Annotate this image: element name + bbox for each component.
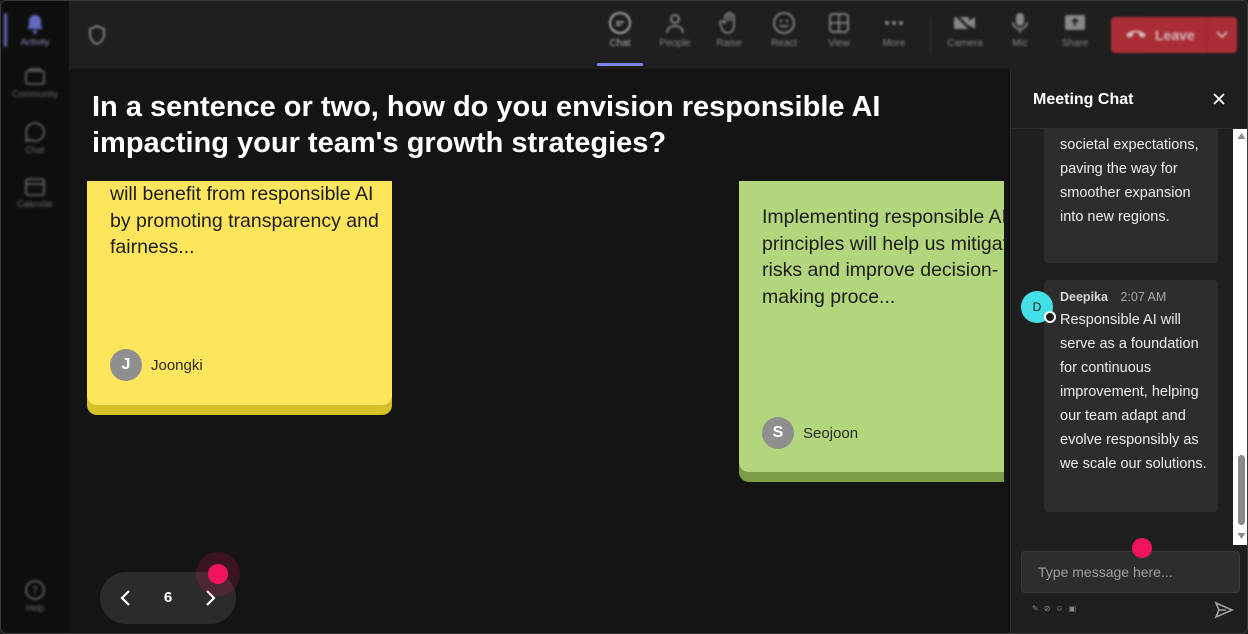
sticky-note[interactable]: Implementing responsible AI principles w… [739, 181, 1004, 482]
toolbar-raise-button[interactable]: Raise [703, 11, 755, 49]
rail-item-chat[interactable]: Chat [1, 121, 69, 155]
chat-message: Deepika 2:07 AM Responsible AI will serv… [1044, 280, 1218, 512]
rail-label: Help [25, 603, 45, 613]
hang-up-icon [1126, 30, 1146, 38]
toolbar-people-button[interactable]: People [649, 11, 701, 49]
toolbar-label: Raise [716, 38, 742, 49]
click-marker [1132, 538, 1152, 558]
message-text: societal expectations, paving the way fo… [1060, 137, 1199, 225]
toolbar-label: People [659, 38, 691, 49]
chat-title: Meeting Chat [1033, 91, 1134, 108]
toolbar-label: React [770, 38, 798, 49]
active-tab-indicator [597, 63, 643, 66]
left-rail: Activity Community Chat Calendar ? Help [1, 1, 69, 633]
toolbar-label: More [882, 38, 906, 49]
click-marker [208, 564, 228, 584]
toolbar-react-button[interactable]: React [758, 11, 810, 49]
presence-badge [1044, 311, 1056, 323]
toolbar-divider [930, 17, 931, 53]
message-sender: Deepika [1060, 290, 1108, 304]
rail-label: Chat [25, 145, 45, 155]
scroll-up-icon[interactable] [1237, 132, 1246, 140]
avatar: J [110, 349, 142, 381]
toolbar-share-button[interactable]: Share [1049, 11, 1101, 49]
more-icon [885, 21, 903, 25]
meeting-window: Activity Community Chat Calendar ? Help … [0, 0, 1248, 634]
people-icon [666, 14, 684, 34]
leave-separator [1207, 17, 1208, 53]
sticky-note[interactable]: will benefit from responsible AI by prom… [87, 181, 392, 415]
toolbar-more-button[interactable]: More [868, 11, 920, 49]
rail-item-calendar[interactable]: Calendar [1, 177, 69, 209]
toolbar-camera-button[interactable]: Camera [939, 11, 991, 49]
toolbar-label: Share [1061, 38, 1089, 49]
chat-icon [24, 122, 45, 143]
bell-icon [27, 15, 43, 34]
message-meta: Deepika 2:07 AM [1060, 290, 1166, 304]
toolbar-label: Camera [947, 38, 983, 49]
message-text: Responsible AI will serve as a foundatio… [1060, 312, 1207, 472]
note-text: will benefit from responsible AI by prom… [110, 183, 379, 258]
mic-icon [1012, 13, 1028, 33]
chat-scrollbar[interactable] [1233, 129, 1247, 545]
chat-message: societal expectations, paving the way fo… [1044, 129, 1218, 263]
calendar-icon [25, 178, 45, 196]
rail-item-activity[interactable]: Activity [1, 13, 69, 47]
svg-text:?: ? [32, 584, 38, 597]
attach-icon[interactable]: ⊘ [1044, 604, 1051, 613]
grid-icon [829, 13, 849, 33]
note-text-content: Implementing responsible AI principles w… [762, 206, 1004, 308]
toolbar-chat-button[interactable]: Chat [594, 11, 646, 49]
shield-icon[interactable] [88, 25, 106, 45]
page-number: 6 [163, 589, 173, 606]
leave-label: Leave [1155, 27, 1195, 43]
scrollbar-thumb[interactable] [1238, 455, 1245, 525]
toolbar-label: Mic [1012, 38, 1028, 49]
camera-off-icon [954, 13, 975, 33]
rail-label: Activity [20, 37, 50, 47]
meeting-chat-panel: Meeting Chat societal expectations, pavi… [1010, 69, 1247, 633]
gif-icon[interactable]: ▣ [1069, 604, 1077, 613]
question-heading: In a sentence or two, how do you envisio… [92, 91, 881, 159]
rail-label: Calendar [16, 199, 54, 209]
meeting-toolbar: Chat People Raise React View More Camera… [69, 1, 1247, 69]
smiley-icon [773, 12, 795, 34]
scroll-down-icon[interactable] [1237, 532, 1246, 540]
chat-message-list[interactable]: societal expectations, paving the way fo… [1011, 129, 1247, 545]
format-icon[interactable]: ✎ [1032, 604, 1039, 613]
toolbar-label: View [828, 38, 850, 49]
format-toolbar: ✎ ⊘ ☺ ▣ [1032, 604, 1076, 613]
sticky-note-face: Implementing responsible AI principles w… [739, 181, 1004, 472]
chat-header: Meeting Chat [1011, 69, 1247, 129]
chevron-left-icon[interactable] [118, 588, 134, 608]
send-icon[interactable] [1214, 601, 1234, 619]
author-name: Joongki [151, 356, 203, 374]
community-icon [25, 68, 45, 85]
sticky-note-face: will benefit from responsible AI by prom… [87, 181, 392, 405]
help-icon: ? [25, 580, 45, 600]
rail-item-community[interactable]: Community [1, 67, 69, 99]
author-name: Seojoon [803, 424, 859, 442]
avatar: S [762, 417, 794, 449]
chat-message-input[interactable] [1021, 551, 1240, 593]
note-text: Implementing responsible AI principles w… [762, 204, 1004, 310]
leave-button[interactable]: Leave [1111, 17, 1237, 53]
note-author: J Joongki [110, 349, 203, 381]
chevron-down-icon[interactable] [1215, 29, 1229, 41]
note-author: S Seojoon [762, 417, 858, 449]
toolbar-mic-button[interactable]: Mic [994, 11, 1046, 49]
message-time: 2:07 AM [1120, 290, 1167, 304]
hand-icon [719, 11, 735, 34]
toolbar-label: Chat [609, 38, 631, 49]
toolbar-view-button[interactable]: View [813, 11, 865, 49]
rail-item-help[interactable]: ? Help [1, 579, 69, 613]
close-icon[interactable] [1211, 91, 1227, 107]
emoji-icon[interactable]: ☺ [1055, 604, 1063, 613]
share-screen-icon [1065, 15, 1085, 30]
rail-label: Community [12, 89, 58, 99]
chat-icon [609, 12, 631, 34]
